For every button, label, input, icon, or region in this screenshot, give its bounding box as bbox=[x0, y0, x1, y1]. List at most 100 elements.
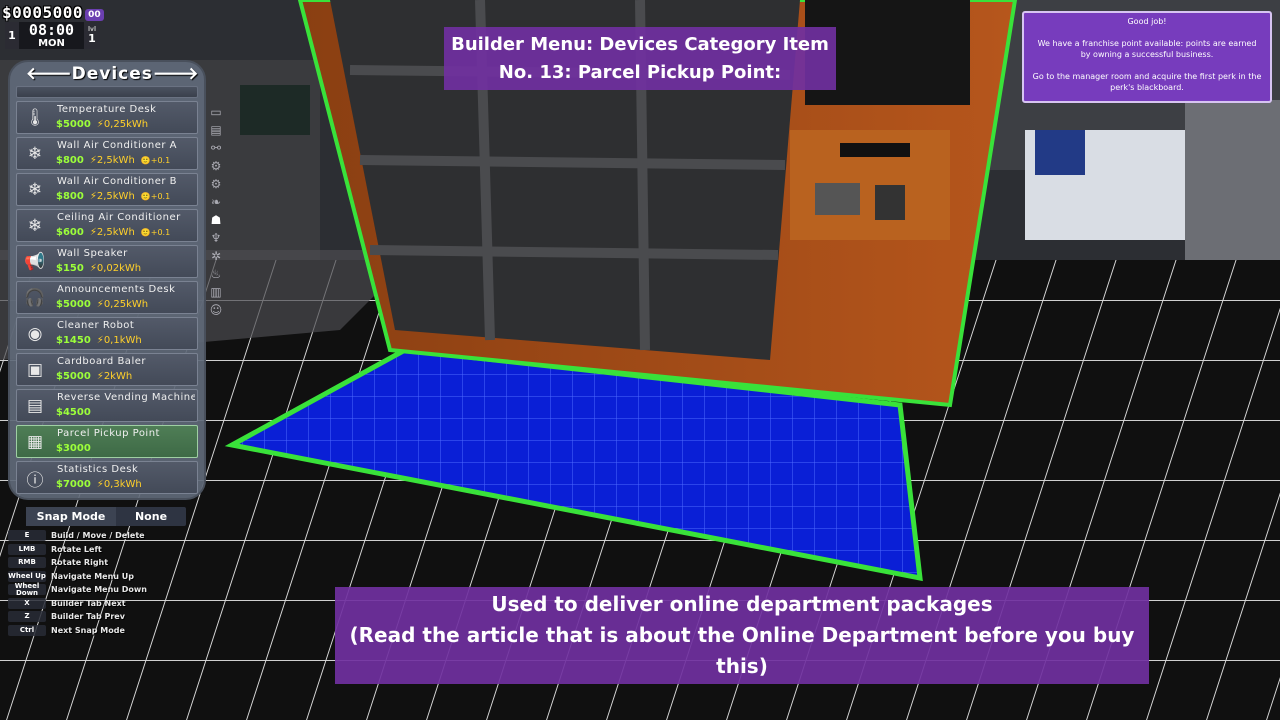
builder-item-meta: $150 ⚡0,02kWh bbox=[56, 263, 195, 274]
builder-item-partial[interactable] bbox=[16, 86, 198, 98]
deco-category-icon[interactable]: ☺ bbox=[207, 302, 225, 318]
builder-item-list[interactable]: 🌡 Temperature Desk $5000 ⚡0,25kWh ❄ Wall Air … bbox=[16, 86, 198, 496]
builder-item-mood-bonus: 🙂+0.1 bbox=[140, 192, 171, 201]
builder-item[interactable]: 🎧 Announcements Desk $5000 ⚡0,25kWh bbox=[16, 281, 198, 314]
day-number: 1 bbox=[5, 22, 19, 49]
key-binding-row: X Builder Tab Next bbox=[8, 597, 188, 611]
time-box: 08:00 MON bbox=[19, 22, 84, 49]
caption-bottom-line3: this) bbox=[716, 654, 768, 678]
prev-category-button[interactable]: 🡐 bbox=[26, 64, 72, 84]
keycap: Ctrl bbox=[8, 624, 46, 636]
vending-machine-icon: ▤ bbox=[26, 396, 44, 416]
air-conditioner-icon: ❄ bbox=[27, 144, 43, 164]
parcel-icon: ▦ bbox=[26, 432, 44, 452]
time-display: 08:00 bbox=[28, 20, 75, 39]
builder-item[interactable]: ◉ Cleaner Robot $1450 ⚡0,1kWh bbox=[16, 317, 198, 350]
caption-bottom-line2: (Read the article that is about the Onli… bbox=[349, 623, 1135, 647]
builder-item[interactable]: ❄ Wall Air Conditioner A $800 ⚡2,5kWh 🙂+0.1 bbox=[16, 137, 198, 170]
builder-item-price: $150 bbox=[56, 263, 84, 274]
air-conditioner-icon: ❄ bbox=[27, 216, 43, 236]
builder-item-meta: $1450 ⚡0,1kWh bbox=[56, 335, 195, 346]
caption-bottom-line1: Used to deliver online department packag… bbox=[491, 592, 993, 616]
builder-item-name: Wall Air Conditioner B bbox=[57, 176, 178, 187]
builder-item[interactable]: 📢 Wall Speaker $150 ⚡0,02kWh bbox=[16, 245, 198, 278]
builder-item-meta: $3000 bbox=[56, 443, 195, 454]
builder-item-meta: $5000 ⚡0,25kWh bbox=[56, 119, 195, 130]
builder-item[interactable]: ▤ Reverse Vending Machine $4500 bbox=[16, 389, 198, 422]
key-description: Rotate Left bbox=[51, 544, 102, 554]
builder-item-mood-bonus: 🙂+0.1 bbox=[140, 228, 171, 237]
keycap: X bbox=[8, 597, 46, 609]
builder-item[interactable]: 🌡 Temperature Desk $5000 ⚡0,25kWh bbox=[16, 101, 198, 134]
key-binding-row: RMB Rotate Right bbox=[8, 556, 188, 570]
keycap: E bbox=[8, 530, 46, 542]
weekday-display: MON bbox=[38, 37, 65, 49]
key-binding-row: LMB Rotate Left bbox=[8, 543, 188, 557]
air-conditioner-icon: ❄ bbox=[27, 180, 43, 200]
builder-item-price: $4500 bbox=[56, 407, 91, 418]
snap-mode-value[interactable]: None bbox=[116, 507, 186, 526]
builder-item[interactable]: ❄ Wall Air Conditioner B $800 ⚡2,5kWh 🙂+0.1 bbox=[16, 173, 198, 206]
gear-category-icon-2[interactable]: ⚙ bbox=[207, 176, 225, 192]
money-display: $0005000 00 bbox=[2, 2, 104, 22]
keycap: RMB bbox=[8, 557, 46, 569]
furniture-category-icon[interactable]: ▭ bbox=[207, 104, 225, 120]
builder-item-meta: $7000 ⚡0,3kWh bbox=[56, 479, 195, 490]
builder-item-name: Parcel Pickup Point bbox=[57, 428, 160, 439]
builder-item-meta: $800 ⚡2,5kWh 🙂+0.1 bbox=[56, 191, 195, 202]
megaphone-icon: 📢 bbox=[24, 252, 46, 272]
builder-item[interactable]: ⓘ Statistics Desk $7000 ⚡0,3kWh bbox=[16, 461, 198, 494]
keycap: Wheel Down bbox=[8, 582, 46, 596]
gear-category-icon[interactable]: ⚙ bbox=[207, 158, 225, 174]
builder-item-power: ⚡2,5kWh bbox=[89, 191, 135, 202]
builder-item-name: Statistics Desk bbox=[57, 464, 139, 475]
level-box: lvl 1 bbox=[84, 22, 100, 49]
builder-item[interactable]: ❄ Ceiling Air Conditioner $600 ⚡2,5kWh 🙂+0.1 bbox=[16, 209, 198, 242]
snap-mode-label: Snap Mode bbox=[26, 507, 116, 526]
settings-category-icon[interactable]: ✲ bbox=[207, 248, 225, 264]
builder-item-price: $1450 bbox=[56, 335, 91, 346]
builder-item-meta: $800 ⚡2,5kWh 🙂+0.1 bbox=[56, 155, 195, 166]
category-title: Devices bbox=[71, 64, 153, 84]
builder-item[interactable]: ▦ Parcel Pickup Point $3000 bbox=[16, 425, 198, 458]
builder-item[interactable]: ▣ Cardboard Baler $5000 ⚡2kWh bbox=[16, 353, 198, 386]
builder-item-price: $3000 bbox=[56, 443, 91, 454]
key-bindings: E Build / Move / Delete LMB Rotate Left RMB R… bbox=[8, 529, 188, 637]
devices-category-icon[interactable]: ☗ bbox=[207, 212, 225, 228]
key-description: Next Snap Mode bbox=[51, 625, 125, 635]
key-description: Builder Tab Prev bbox=[51, 612, 125, 622]
lamp-category-icon[interactable]: ♆ bbox=[207, 230, 225, 246]
next-category-button[interactable]: 🡒 bbox=[153, 64, 199, 84]
builder-item-power: ⚡0,1kWh bbox=[96, 335, 142, 346]
builder-item-name: Wall Air Conditioner A bbox=[57, 140, 178, 151]
notification-panel: Good job! We have a franchise point avai… bbox=[1022, 11, 1272, 103]
builder-header: 🡐 Devices 🡒 bbox=[10, 62, 204, 86]
key-description: Build / Move / Delete bbox=[51, 531, 145, 541]
robot-icon: ◉ bbox=[27, 324, 43, 344]
builder-item-price: $5000 bbox=[56, 299, 91, 310]
builder-item-price: $5000 bbox=[56, 371, 91, 382]
info-icon: ⓘ bbox=[26, 470, 44, 491]
key-description: Navigate Menu Down bbox=[51, 585, 147, 595]
leaf-category-icon[interactable]: ❧ bbox=[207, 194, 225, 210]
key-binding-row: Wheel Up Navigate Menu Up bbox=[8, 570, 188, 584]
key-binding-row: E Build / Move / Delete bbox=[8, 529, 188, 543]
builder-item-power: ⚡0,25kWh bbox=[96, 299, 149, 310]
builder-item-price: $800 bbox=[56, 155, 84, 166]
keycap: Wheel Up bbox=[8, 570, 46, 582]
builder-item-meta: $4500 bbox=[56, 407, 195, 418]
notification-title: Good job! bbox=[1127, 17, 1167, 26]
category-icon-strip: ▭ ▤ ⚯ ⚙ ⚙ ❧ ☗ ♆ ✲ ♨ ▥ ☺ bbox=[207, 104, 225, 318]
shelf-category-icon[interactable]: ▤ bbox=[207, 122, 225, 138]
builder-item-price: $800 bbox=[56, 191, 84, 202]
builder-item-price: $600 bbox=[56, 227, 84, 238]
pipe-category-icon[interactable]: ⚯ bbox=[207, 140, 225, 156]
builder-item-meta: $5000 ⚡2kWh bbox=[56, 371, 195, 382]
headset-icon: 🎧 bbox=[24, 288, 46, 308]
misc-category-icon[interactable]: ♨ bbox=[207, 266, 225, 282]
box-icon: ▣ bbox=[26, 360, 44, 380]
storage-category-icon[interactable]: ▥ bbox=[207, 284, 225, 300]
builder-item-price: $5000 bbox=[56, 119, 91, 130]
builder-item-price: $7000 bbox=[56, 479, 91, 490]
notification-body-1: We have a franchise point available: poi… bbox=[1037, 39, 1257, 59]
